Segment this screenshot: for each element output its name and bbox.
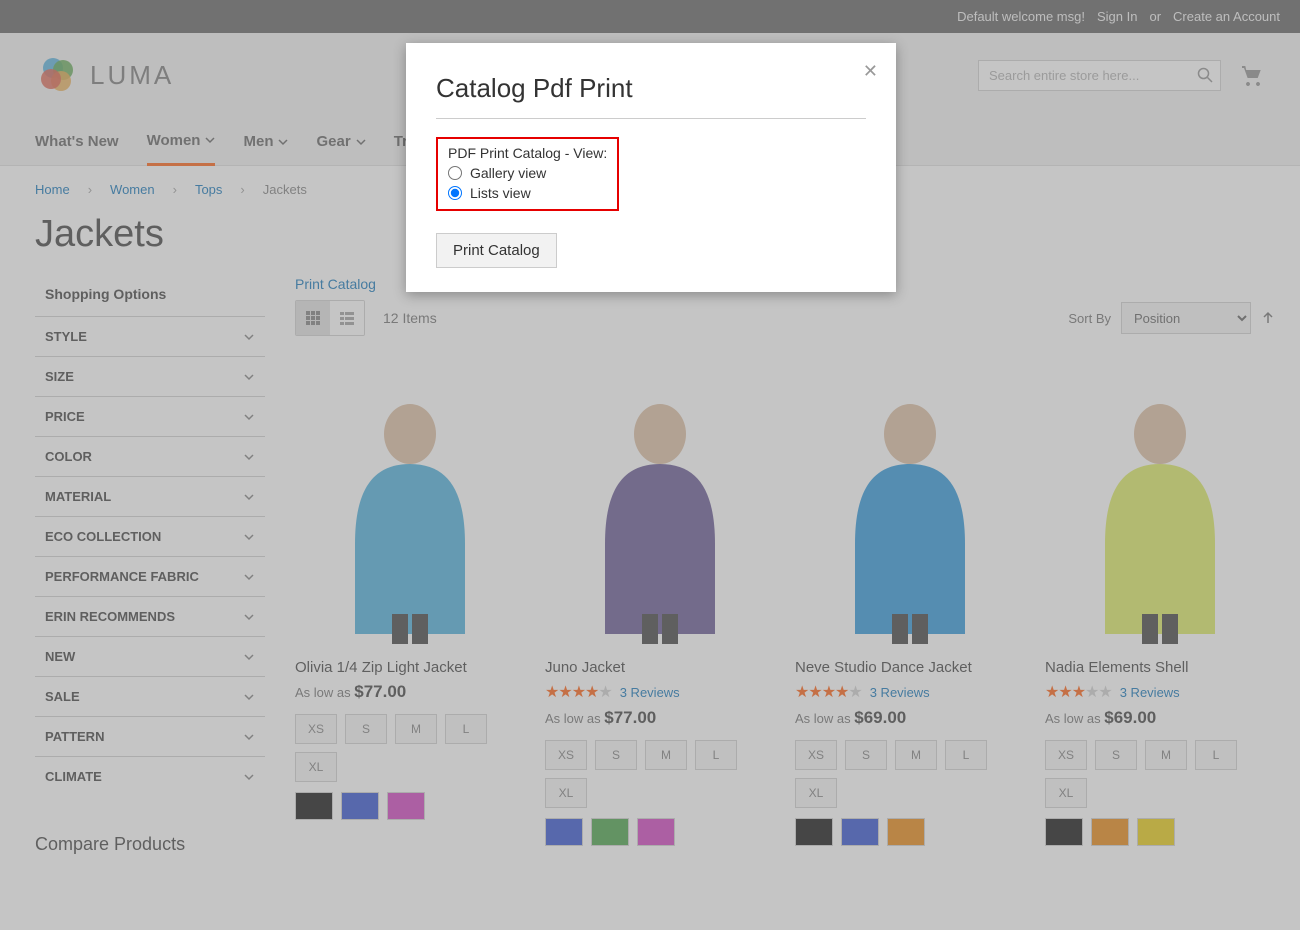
view-options-group: PDF Print Catalog - View: Gallery view L… [436,137,619,211]
close-icon[interactable]: ✕ [863,61,878,82]
print-catalog-modal: ✕ Catalog Pdf Print PDF Print Catalog - … [406,43,896,292]
print-catalog-button[interactable]: Print Catalog [436,233,557,268]
radio-lists-view[interactable]: Lists view [448,185,607,201]
modal-title: Catalog Pdf Print [436,73,866,119]
radio-gallery-view[interactable]: Gallery view [448,165,607,181]
view-group-label: PDF Print Catalog - View: [448,145,607,161]
